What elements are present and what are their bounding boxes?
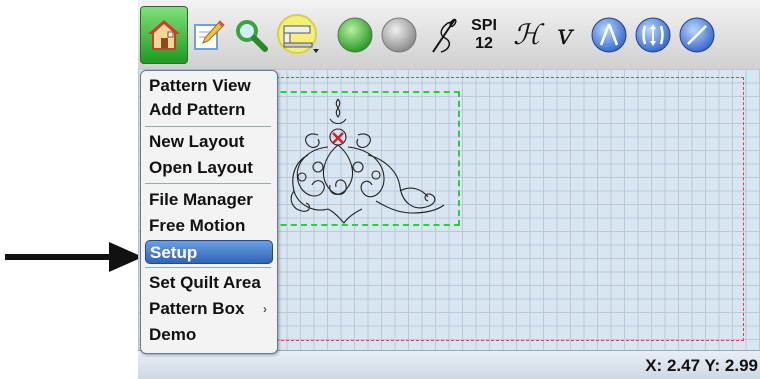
menu-item-pattern-box[interactable]: Pattern Box › — [145, 297, 273, 321]
spi-button[interactable]: SPI 12 — [464, 0, 504, 69]
thread-tension-button[interactable] — [632, 0, 674, 69]
needle-thread-icon — [432, 17, 457, 53]
home-dropdown-menu: Pattern View Add Pattern New Layout Open… — [140, 70, 278, 354]
notepad-pencil-icon — [194, 19, 225, 50]
coordinates-readout: X: 2.47 Y: 2.99 — [645, 356, 758, 375]
quilt-pattern-motif — [290, 98, 445, 224]
angle-tool-button[interactable] — [588, 0, 630, 69]
status-bar: X: 2.47 Y: 2.99 — [138, 350, 760, 379]
menu-item-free-motion[interactable]: Free Motion — [145, 214, 273, 238]
menu-divider — [145, 183, 271, 184]
menu-item-pattern-view[interactable]: Pattern View — [145, 74, 273, 98]
sewing-machine-button[interactable] — [274, 0, 322, 69]
spool-arrows-icon — [635, 17, 671, 52]
menu-item-file-manager[interactable]: File Manager — [145, 188, 273, 212]
needle-icon — [679, 17, 715, 52]
menu-item-pattern-box-label: Pattern Box — [149, 299, 245, 318]
house-icon — [148, 20, 180, 50]
submenu-chevron-icon: › — [263, 302, 267, 316]
menu-item-set-quilt-area[interactable]: Set Quilt Area — [145, 271, 273, 295]
menu-item-demo[interactable]: Demo — [145, 323, 273, 347]
menu-item-setup[interactable]: Setup — [145, 240, 273, 264]
gray-status-button[interactable] — [378, 0, 420, 69]
needle-position-marker-icon — [332, 132, 344, 144]
vertical-button[interactable]: ᴠ — [548, 0, 582, 69]
green-status-button[interactable] — [334, 0, 376, 69]
zoom-button[interactable] — [232, 0, 270, 69]
pointer-arrow-icon — [5, 242, 143, 272]
needle-tool-button[interactable] — [676, 0, 718, 69]
sewing-machine-icon — [277, 13, 319, 54]
compass-angle-icon — [591, 17, 627, 52]
gray-circle-icon — [381, 17, 417, 52]
edit-button[interactable] — [190, 0, 228, 69]
green-circle-icon — [337, 17, 373, 52]
menu-divider — [145, 267, 271, 268]
quilting-app-window: SPI 12 ℋ ᴠ X: 2.47 Y: 2.99 Pattern View … — [138, 0, 760, 379]
spi-label: SPI — [471, 16, 497, 34]
horizontal-button[interactable]: ℋ — [510, 0, 544, 69]
toolbar: SPI 12 ℋ ᴠ — [138, 0, 760, 70]
menu-item-new-layout[interactable]: New Layout — [145, 130, 273, 154]
v-symbol: ᴠ — [557, 18, 573, 51]
menu-divider — [145, 126, 271, 127]
magnifier-icon — [236, 19, 268, 52]
home-button[interactable] — [140, 6, 188, 64]
h-symbol: ℋ — [513, 18, 541, 51]
menu-item-add-pattern[interactable]: Add Pattern — [145, 98, 273, 122]
menu-item-open-layout[interactable]: Open Layout — [145, 156, 273, 180]
needle-button[interactable] — [424, 0, 464, 69]
spi-value: 12 — [475, 34, 493, 52]
